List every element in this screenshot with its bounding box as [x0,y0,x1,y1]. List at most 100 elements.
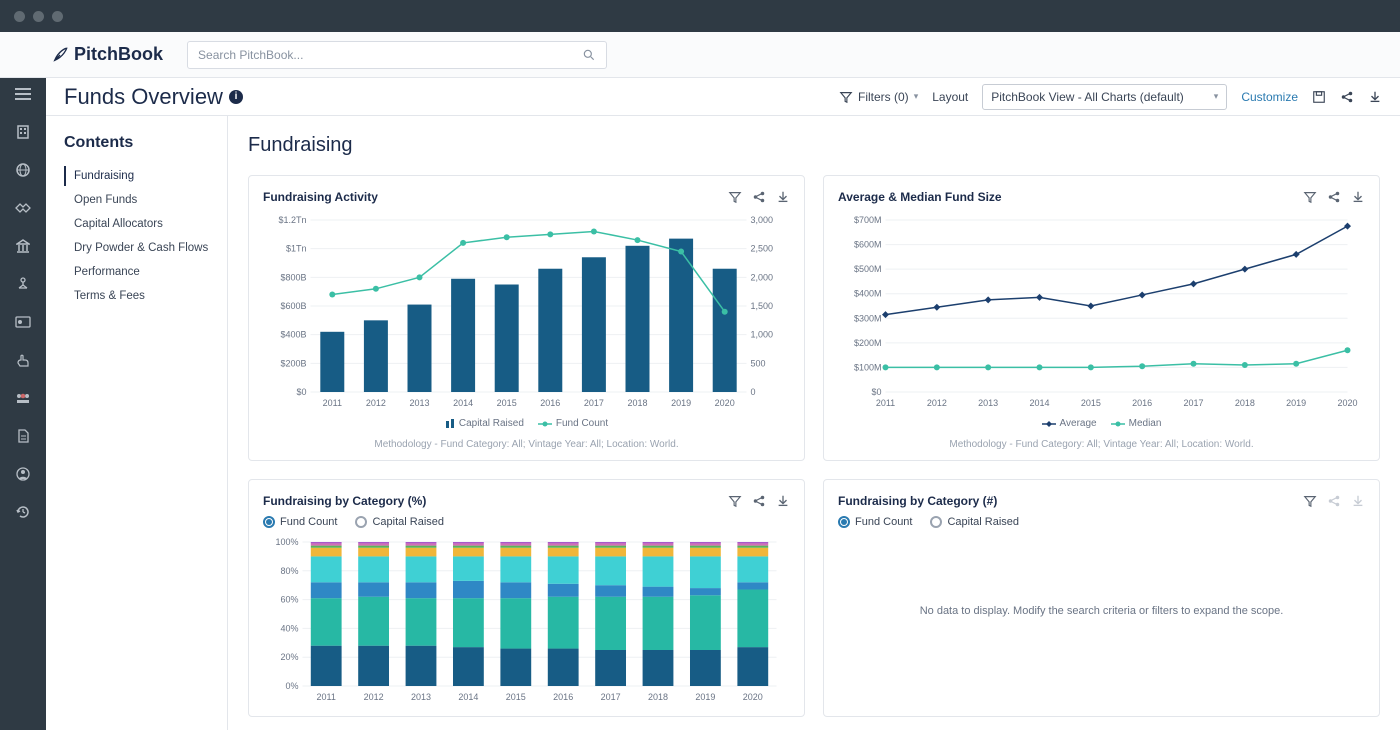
download-icon[interactable] [776,494,790,508]
svg-text:80%: 80% [280,566,298,576]
svg-text:20%: 20% [280,652,298,662]
view-select-value: PitchBook View - All Charts (default) [991,90,1184,104]
svg-text:2017: 2017 [601,692,621,702]
svg-text:2020: 2020 [743,692,763,702]
rail-branch-icon[interactable] [9,274,37,294]
svg-text:2016: 2016 [1132,398,1152,408]
svg-text:$700M: $700M [854,215,882,225]
chart-category-pct: 0%20%40%60%80%100%2011201220132014201520… [263,536,790,706]
window-close-dot[interactable] [14,11,25,22]
download-icon [1351,494,1365,508]
toc-item[interactable]: Open Funds [64,190,227,210]
toc-item[interactable]: Terms & Fees [64,286,227,306]
card-title: Fundraising by Category (#) [838,494,997,508]
svg-text:2015: 2015 [506,692,526,702]
share-icon[interactable] [1340,90,1354,104]
radio-fund-count[interactable]: Fund Count [263,516,337,528]
page-title: Funds Overview [64,84,223,110]
svg-text:2,000: 2,000 [751,272,774,282]
svg-text:$200M: $200M [854,338,882,348]
share-icon[interactable] [752,494,766,508]
brand-name: PitchBook [74,44,163,65]
svg-text:2016: 2016 [553,692,573,702]
rail-globe-icon[interactable] [9,160,37,180]
svg-text:2012: 2012 [927,398,947,408]
window-max-dot[interactable] [52,11,63,22]
share-icon[interactable] [752,190,766,204]
page-header: Funds Overview i Filters (0) ▾ Layout Pi… [46,78,1400,116]
svg-text:$400M: $400M [854,289,882,299]
svg-text:2014: 2014 [453,398,473,408]
svg-text:2015: 2015 [497,398,517,408]
download-icon[interactable] [1368,90,1382,104]
chart-fundraising-activity: $0$200B$400B$600B$800B$1Tn$1.2Tn05001,00… [263,212,790,412]
filter-icon[interactable] [1303,190,1317,204]
svg-text:0%: 0% [285,681,298,691]
rail-building-icon[interactable] [9,122,37,142]
svg-text:2016: 2016 [540,398,560,408]
brand-logo[interactable]: PitchBook [52,44,163,65]
svg-text:$600B: $600B [280,301,306,311]
radio-capital-raised[interactable]: Capital Raised [930,516,1019,528]
topbar: PitchBook Search PitchBook... [0,32,1400,78]
card-fundraising-category-num: Fundraising by Category (#) Fund Count C… [823,479,1380,717]
svg-text:$0: $0 [296,387,306,397]
filters-button[interactable]: Filters (0) ▾ [839,90,918,104]
svg-text:2017: 2017 [1183,398,1203,408]
rail-handshake-icon[interactable] [9,198,37,218]
rail-people-icon[interactable] [9,388,37,408]
toc-heading: Contents [64,134,227,152]
filter-icon[interactable] [1303,494,1317,508]
toc-item[interactable]: Dry Powder & Cash Flows [64,238,227,258]
svg-text:$200B: $200B [280,358,306,368]
filter-icon[interactable] [728,494,742,508]
svg-text:2011: 2011 [876,398,895,408]
section-title: Fundraising [248,134,1380,157]
save-icon[interactable] [1312,90,1326,104]
toc-item[interactable]: Fundraising [64,166,227,186]
rail-user-icon[interactable] [9,464,37,484]
legend-capital-raised: Capital Raised [445,418,524,429]
rail-card-icon[interactable] [9,312,37,332]
svg-text:$1Tn: $1Tn [286,244,307,254]
toc-item[interactable]: Capital Allocators [64,214,227,234]
download-icon[interactable] [1351,190,1365,204]
svg-text:2019: 2019 [671,398,691,408]
view-select[interactable]: PitchBook View - All Charts (default) ▾ [982,84,1227,110]
svg-text:3,000: 3,000 [751,215,774,225]
nav-rail [0,78,46,730]
toc-item[interactable]: Performance [64,262,227,282]
card-title: Average & Median Fund Size [838,190,1002,204]
card-title: Fundraising by Category (%) [263,494,426,508]
svg-text:2018: 2018 [648,692,668,702]
svg-text:$300M: $300M [854,313,882,323]
customize-link[interactable]: Customize [1241,90,1298,104]
layout-label: Layout [932,90,968,104]
search-input[interactable]: Search PitchBook... [187,41,607,69]
filters-label: Filters (0) [858,90,909,104]
rail-document-icon[interactable] [9,426,37,446]
svg-text:$600M: $600M [854,240,882,250]
table-of-contents: Contents Fundraising Open Funds Capital Al… [46,116,228,730]
svg-text:0: 0 [751,387,756,397]
download-icon[interactable] [776,190,790,204]
svg-text:2018: 2018 [627,398,647,408]
svg-text:$0: $0 [871,387,881,397]
svg-text:60%: 60% [280,595,298,605]
window-min-dot[interactable] [33,11,44,22]
card-fundraising-category-pct: Fundraising by Category (%) Fund Count C… [248,479,805,717]
svg-text:2012: 2012 [366,398,386,408]
svg-text:2014: 2014 [458,692,478,702]
share-icon[interactable] [1327,190,1341,204]
rail-hand-icon[interactable] [9,350,37,370]
radio-fund-count[interactable]: Fund Count [838,516,912,528]
radio-capital-raised[interactable]: Capital Raised [355,516,444,528]
chevron-down-icon: ▾ [914,91,919,102]
card-title: Fundraising Activity [263,190,378,204]
info-icon[interactable]: i [229,90,243,104]
rail-bank-icon[interactable] [9,236,37,256]
rail-history-icon[interactable] [9,502,37,522]
filter-icon[interactable] [728,190,742,204]
rail-menu-icon[interactable] [9,84,37,104]
filter-icon [839,90,853,104]
